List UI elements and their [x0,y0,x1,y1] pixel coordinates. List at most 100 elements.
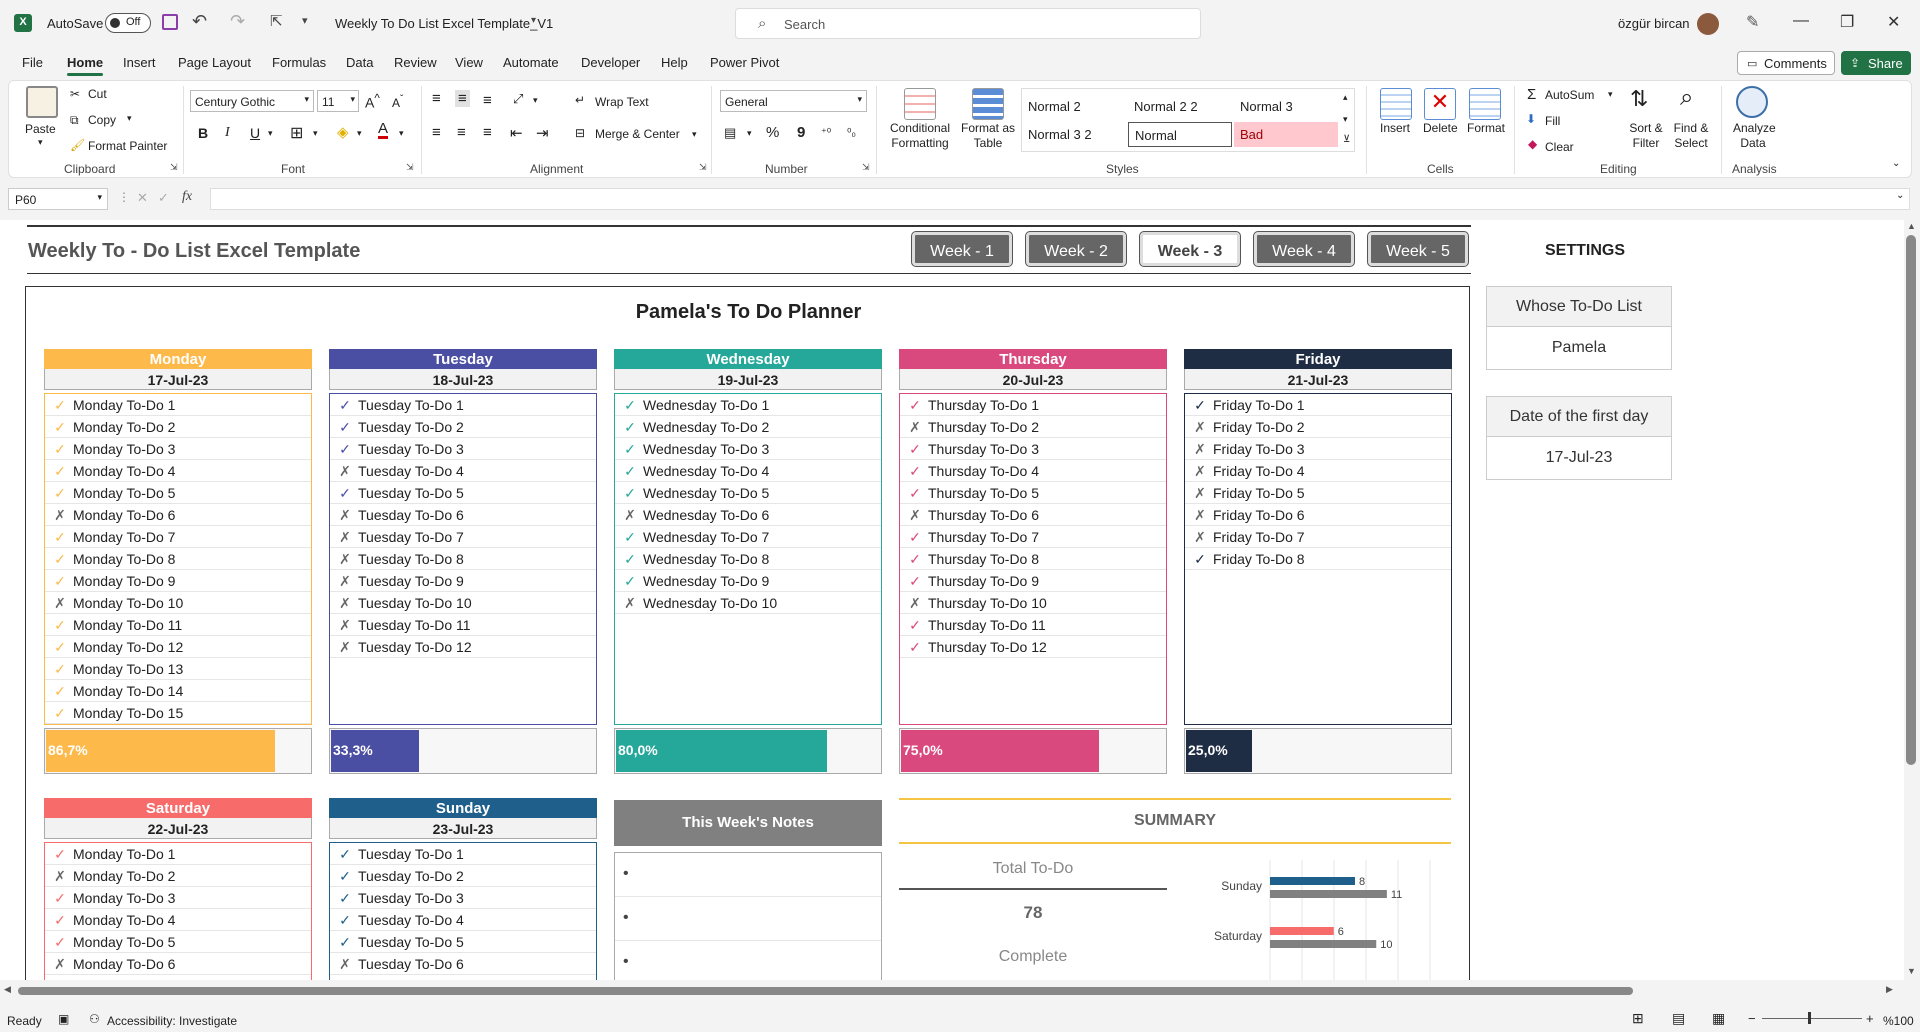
task-row[interactable]: ✓ Friday To-Do 8 [1185,548,1451,570]
task-row[interactable]: ✓ Wednesday To-Do 5 [615,482,881,504]
enter-icon[interactable]: ✓ [158,190,169,206]
format-cells-icon[interactable] [1469,88,1501,120]
task-row[interactable]: ✓ Thursday To-Do 4 [900,460,1166,482]
task-row[interactable]: ✓ Monday To-Do 12 [45,636,311,658]
delete-cells-icon[interactable]: ✕ [1424,88,1456,120]
week-3-button[interactable]: Week - 3 [1140,232,1240,266]
task-row[interactable]: ✓ Thursday To-Do 9 [900,570,1166,592]
task-row[interactable]: ✗ Tuesday To-Do 6 [330,953,596,975]
task-row[interactable]: ✓ Monday To-Do 8 [45,548,311,570]
sort-filter-icon[interactable]: ⇅ [1630,86,1648,112]
bold-button[interactable]: B [198,125,208,141]
autosum-button[interactable]: AutoSum [1545,88,1594,102]
task-row[interactable]: ✓ Thursday To-Do 1 [900,394,1166,416]
increase-font-icon[interactable]: A^ [365,92,380,111]
date-value[interactable]: 17-Jul-23 [1487,437,1671,479]
fill-color-icon[interactable]: ◈ [337,123,349,141]
task-row[interactable]: ✓ Friday To-Do 1 [1185,394,1451,416]
align-right-icon[interactable]: ≡ [483,124,492,141]
task-row[interactable]: ✓ Tuesday To-Do 1 [330,843,596,865]
insert-function-icon[interactable]: fx [182,189,192,205]
format-button[interactable]: Format [1467,121,1505,135]
fill-icon[interactable]: ⬇ [1526,112,1536,126]
scroll-left-icon[interactable]: ◀ [4,984,11,995]
merge-chevron-icon[interactable]: ▾ [692,129,697,140]
page-layout-view-icon[interactable]: ▤ [1672,1010,1685,1027]
copy-button[interactable]: Copy [88,113,116,127]
align-top-icon[interactable]: ≡ [432,90,441,107]
chevron-down-icon[interactable]: ▾ [531,15,536,26]
scroll-right-icon[interactable]: ▶ [1886,984,1893,995]
borders-chevron-icon[interactable]: ▾ [313,128,318,139]
zoom-level[interactable]: %100 [1883,1014,1914,1028]
menu-review[interactable]: Review [394,55,437,70]
menu-file[interactable]: File [22,55,43,70]
task-row[interactable]: ✓ Tuesday To-Do 1 [330,394,596,416]
orientation-chevron-icon[interactable]: ▾ [533,95,538,106]
zoom-out-icon[interactable]: − [1748,1011,1756,1026]
minimize-icon[interactable]: — [1793,12,1809,30]
task-row[interactable]: ✗ Thursday To-Do 6 [900,504,1166,526]
italic-button[interactable]: I [225,125,230,141]
find-icon[interactable]: ⌕ [1680,84,1693,112]
font-name-select[interactable]: Century Gothic ▾ [190,90,314,112]
clear-button[interactable]: Clear [1545,140,1574,154]
fill-chevron-icon[interactable]: ▾ [357,128,362,139]
style-normal-2[interactable]: Normal 2 [1022,94,1126,119]
delete-button[interactable]: Delete [1423,121,1458,135]
menu-view[interactable]: View [455,55,483,70]
scroll-down-icon[interactable]: ▼ [1907,966,1916,976]
underline-button[interactable]: U [250,125,260,141]
avatar[interactable] [1697,13,1719,35]
task-row[interactable]: ✓ Thursday To-Do 8 [900,548,1166,570]
increase-indent-icon[interactable]: ⇥ [536,124,549,142]
task-row[interactable]: ✓ Wednesday To-Do 9 [615,570,881,592]
save-icon[interactable] [162,14,178,30]
task-row[interactable]: ✗ Tuesday To-Do 4 [330,460,596,482]
task-row[interactable]: ✓ Monday To-Do 13 [45,658,311,680]
task-row[interactable]: ✓ Monday To-Do 11 [45,614,311,636]
align-middle-icon[interactable]: ≡ [455,90,470,107]
task-row[interactable]: ✓ Monday To-Do 5 [45,931,311,953]
file-name[interactable]: Weekly To Do List Excel Template_V1 [335,16,553,31]
style-bad[interactable]: Bad [1234,122,1338,147]
clipboard-launcher-icon[interactable]: ⇲ [170,162,178,173]
task-row[interactable]: ✓ Tuesday To-Do 5 [330,482,596,504]
task-row[interactable]: ✗ Thursday To-Do 10 [900,592,1166,614]
close-icon[interactable]: ✕ [1887,12,1900,32]
zoom-slider[interactable] [1762,1018,1862,1019]
name-box[interactable]: P60 ▾ [8,188,108,210]
task-row[interactable]: ✗ Monday To-Do 2 [45,865,311,887]
redo-icon[interactable]: ↷ [230,11,245,32]
decrease-decimal-icon[interactable]: ⁰₀ [847,126,856,139]
task-row[interactable]: ✓ Monday To-Do 4 [45,460,311,482]
task-row[interactable]: ✓ Tuesday To-Do 3 [330,887,596,909]
task-row[interactable]: ✓ Thursday To-Do 11 [900,614,1166,636]
insert-cells-icon[interactable] [1380,88,1412,120]
week-5-button[interactable]: Week - 5 [1368,232,1468,266]
borders-icon[interactable]: ⊞ [290,123,303,143]
task-row[interactable]: ✗ Monday To-Do 6 [45,953,311,975]
task-row[interactable]: ✗ Tuesday To-Do 10 [330,592,596,614]
menu-automate[interactable]: Automate [503,55,559,70]
menu-data[interactable]: Data [346,55,373,70]
task-row[interactable]: ✗ Friday To-Do 7 [1185,526,1451,548]
task-row[interactable]: ✓ Wednesday To-Do 8 [615,548,881,570]
align-bottom-icon[interactable]: ≡ [483,92,492,109]
comments-button[interactable]: ▭ Comments [1737,51,1835,75]
menu-developer[interactable]: Developer [581,55,640,70]
task-row[interactable]: ✗ Friday To-Do 5 [1185,482,1451,504]
pointer-icon[interactable]: ⇱ [270,12,283,30]
fill-button[interactable]: Fill [1545,114,1560,128]
analyze-data-button[interactable]: Analyze Data [1733,121,1776,151]
task-row[interactable]: ✗ Thursday To-Do 2 [900,416,1166,438]
autosave-toggle[interactable]: Off [105,13,151,33]
page-break-view-icon[interactable]: ▦ [1712,1010,1725,1027]
task-row[interactable]: ✓ Thursday To-Do 12 [900,636,1166,658]
customize-chevron-icon[interactable]: ▾ [302,14,308,27]
font-launcher-icon[interactable]: ⇲ [406,162,414,173]
restore-icon[interactable]: ❐ [1840,12,1854,32]
underline-chevron-icon[interactable]: ▾ [268,128,273,139]
orientation-icon[interactable]: ⤢ [513,91,523,107]
clear-icon[interactable]: ◆ [1528,137,1537,151]
